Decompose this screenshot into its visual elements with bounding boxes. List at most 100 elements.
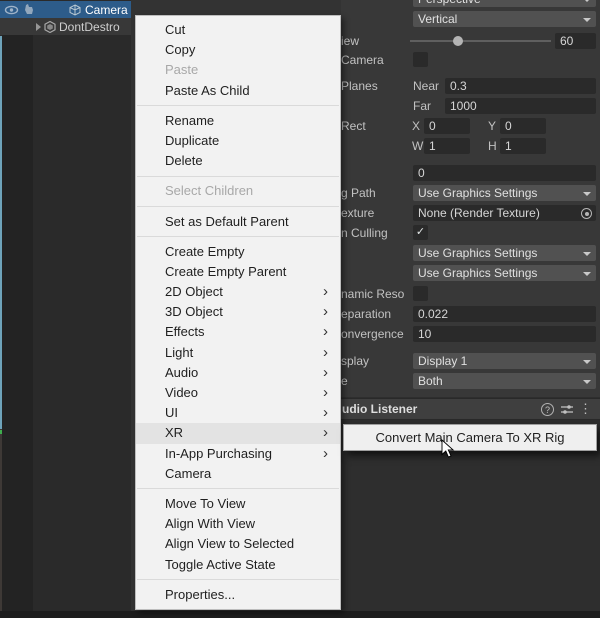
hierarchy-item-dontdestro[interactable]: DontDestro [0,18,131,35]
far-label: Far [413,99,431,113]
target-eye-dropdown[interactable]: Both [413,373,596,389]
dynamic-resolution-label: namic Reso [341,287,404,301]
fov-value-field[interactable]: 60 [555,33,596,49]
hierarchy-item-label: Camera [85,3,128,17]
occlusion-culling-checkbox[interactable]: ✓ [413,225,428,240]
menu-separator [137,488,339,489]
pickability-hand-icon[interactable] [22,3,35,16]
menu-item-xr[interactable]: XR› [136,423,340,443]
menu-item-effects[interactable]: Effects› [136,322,340,342]
rect-y-field[interactable]: 0 [500,118,546,134]
rect-w-value: 1 [429,139,436,153]
stereo-separation-row: eparation 0.022 [341,306,600,322]
expand-triangle-icon[interactable] [36,23,41,31]
stereo-separation-value: 0.022 [418,307,448,321]
menu-item-in-app-purchasing[interactable]: In-App Purchasing› [136,444,340,464]
menu-item-audio[interactable]: Audio› [136,363,340,383]
menu-item-label: Align With View [165,516,255,531]
rect-x-field[interactable]: 0 [424,118,470,134]
checkmark-icon: ✓ [416,226,425,238]
rect-h-label: H [488,139,497,153]
rect-y-value: 0 [505,119,512,133]
fov-slider-knob[interactable] [453,36,463,46]
viewport-rect-wh-row: W 1 H 1 [341,138,600,154]
rect-h-field[interactable]: 1 [500,138,546,154]
physical-camera-row: Camera [341,52,600,68]
menu-item-light[interactable]: Light› [136,343,340,363]
menu-item-rename[interactable]: Rename [136,111,340,131]
menu-item-label: 3D Object [165,304,223,319]
dropdown-arrow-icon [583,252,591,256]
menu-item-create-empty[interactable]: Create Empty [136,242,340,262]
rect-w-field[interactable]: 1 [424,138,470,154]
projection-dropdown[interactable]: Perspective [413,0,596,7]
target-display-value: Display 1 [418,354,467,368]
menu-item-set-as-default-parent[interactable]: Set as Default Parent [136,212,340,232]
rendering-path-dropdown[interactable]: Use Graphics Settings [413,185,596,201]
object-picker-icon[interactable] [581,208,592,219]
field-of-view-label: iew [341,34,359,48]
hierarchy-item-camera[interactable]: Camera [0,1,131,18]
menu-separator [137,206,339,207]
menu-item-paste-as-child[interactable]: Paste As Child [136,81,340,101]
presets-icon[interactable] [560,404,574,415]
menu-item-delete[interactable]: Delete [136,151,340,171]
menu-item-align-view-to-selected[interactable]: Align View to Selected [136,534,340,554]
menu-item-label: Properties... [165,587,235,602]
hierarchy-context-menu: Cut Copy Paste Paste As Child Rename Dup… [135,15,341,610]
submenu-chevron-icon: › [323,403,328,423]
hdr-dropdown[interactable]: Use Graphics Settings [413,245,596,261]
menu-item-3d-object[interactable]: 3D Object› [136,302,340,322]
menu-item-label: Align View to Selected [165,536,294,551]
near-label: Near [413,79,439,93]
near-field[interactable]: 0.3 [445,78,596,94]
hdr-value: Use Graphics Settings [418,246,537,260]
menu-item-create-empty-parent[interactable]: Create Empty Parent [136,262,340,282]
menu-item-label: Video [165,385,198,400]
menu-item-align-with-view[interactable]: Align With View [136,514,340,534]
inspector-panel: Perspective Vertical iew 60 Camera Plane… [341,0,600,618]
far-field[interactable]: 1000 [445,98,596,114]
menu-item-copy[interactable]: Copy [136,40,340,60]
field-of-view-row: iew 60 [341,33,600,49]
menu-item-move-to-view[interactable]: Move To View [136,494,340,514]
menu-item-cut[interactable]: Cut [136,20,340,40]
fov-slider[interactable] [410,40,551,42]
audio-listener-header[interactable]: udio Listener ? ⋮ [341,398,600,420]
visibility-eye-icon[interactable] [4,4,19,16]
target-display-dropdown[interactable]: Display 1 [413,353,596,369]
submenu-item-convert-main-camera-to-xr-rig[interactable]: Convert Main Camera To XR Rig [344,425,596,450]
dynamic-resolution-checkbox[interactable] [413,286,428,301]
menu-item-video[interactable]: Video› [136,383,340,403]
target-display-label: splay [341,354,369,368]
stereo-convergence-field[interactable]: 10 [413,326,596,342]
menu-separator [137,236,339,237]
dropdown-arrow-icon [583,18,591,22]
submenu-item-label: Convert Main Camera To XR Rig [375,430,564,445]
menu-item-duplicate[interactable]: Duplicate [136,131,340,151]
help-icon[interactable]: ? [541,403,554,416]
menu-item-label: 2D Object [165,284,223,299]
dropdown-arrow-icon [583,360,591,364]
menu-item-label: Create Empty [165,244,244,259]
fov-axis-dropdown[interactable]: Vertical [413,11,596,27]
menu-item-camera[interactable]: Camera [136,464,340,484]
menu-item-ui[interactable]: UI› [136,403,340,423]
stereo-separation-field[interactable]: 0.022 [413,306,596,322]
target-texture-field[interactable]: None (Render Texture) [413,205,596,221]
stereo-convergence-value: 10 [418,327,431,341]
target-eye-label: e [341,374,348,388]
menu-item-toggle-active-state[interactable]: Toggle Active State [136,555,340,575]
fov-axis-value: Vertical [418,12,457,26]
rendering-path-label: g Path [341,186,376,200]
rect-w-label: W [412,139,423,153]
depth-field[interactable]: 0 [413,165,596,181]
msaa-dropdown[interactable]: Use Graphics Settings [413,265,596,281]
stereo-convergence-row: onvergence 10 [341,326,600,342]
physical-camera-checkbox[interactable] [413,52,428,67]
target-texture-value: None (Render Texture) [418,206,540,220]
menu-item-2d-object[interactable]: 2D Object › [136,282,340,302]
kebab-menu-icon[interactable]: ⋮ [579,401,592,416]
submenu-chevron-icon: › [323,282,328,302]
menu-item-properties[interactable]: Properties... [136,585,340,605]
